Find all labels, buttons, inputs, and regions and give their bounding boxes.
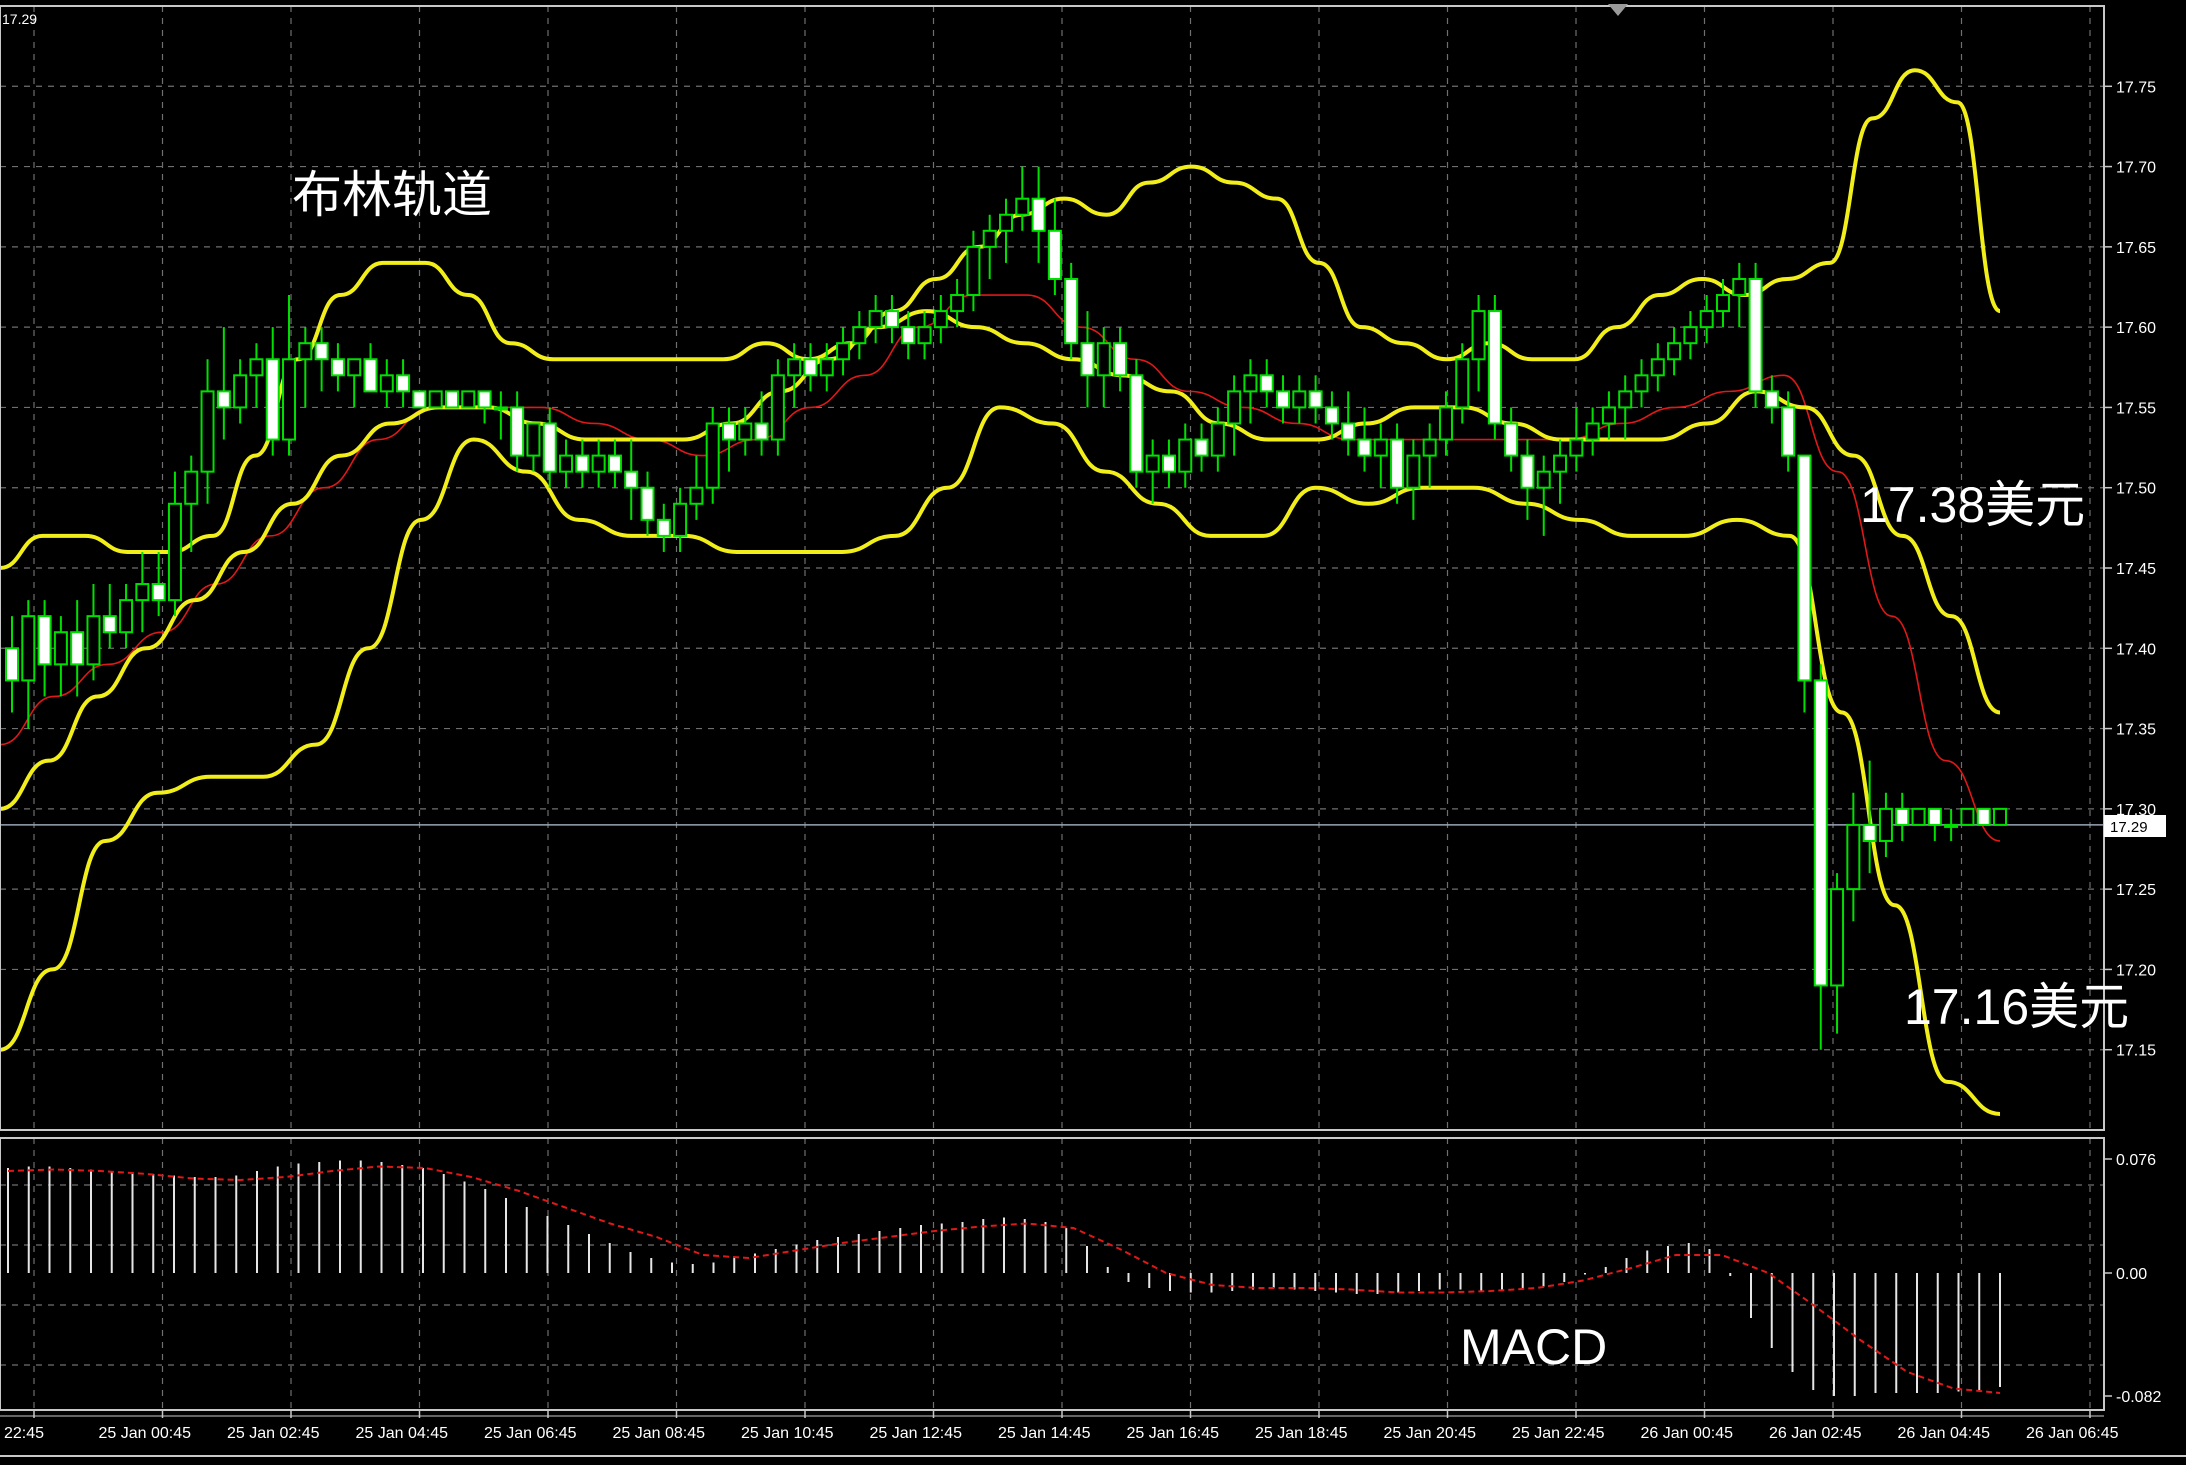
upper-target-label: 17.38美元: [1860, 477, 2085, 533]
candle: [1976, 807, 1991, 826]
current-price-tag-text: 17.29: [2110, 819, 2148, 836]
macd-label: MACD: [1460, 1319, 1607, 1375]
candle: [1960, 807, 1975, 826]
time-tick-label: 25 Jan 04:45: [356, 1425, 449, 1442]
macd-tick-label: 0.00: [2116, 1266, 2147, 1283]
price-tick-label: 17.45: [2116, 561, 2156, 578]
lower-target-label: 17.16美元: [1904, 979, 2129, 1035]
bollinger-label: 布林轨道: [292, 167, 492, 223]
price-tick-label: 17.60: [2116, 320, 2156, 337]
time-tick-label: 25 Jan 14:45: [998, 1425, 1091, 1442]
time-tick-label: 26 Jan 00:45: [1641, 1425, 1734, 1442]
candle: [1797, 454, 1812, 713]
price-chart: 17.75 17.70 17.65 17.60 17.55 17.50 17.45 17.40…: [0, 0, 2186, 1460]
time-tick-label: 25 Jan 00:45: [99, 1425, 192, 1442]
price-tick-label: 17.50: [2116, 481, 2156, 498]
price-tick-label: 17.25: [2116, 882, 2156, 899]
time-tick-label: 26 Jan 06:45: [2026, 1425, 2119, 1442]
time-tick-label: 25 Jan 22:45: [1512, 1425, 1605, 1442]
candle: [1993, 807, 2007, 826]
time-tick-label: 25 Jan 08:45: [613, 1425, 706, 1442]
candle: [1487, 295, 1502, 440]
price-tick-label: 17.55: [2116, 400, 2156, 417]
price-tick-label: 17.70: [2116, 160, 2156, 177]
time-tick-label: 25 Jan 20:45: [1384, 1425, 1477, 1442]
price-tick-label: 17.75: [2116, 79, 2156, 96]
time-tick-label: 25 Jan 16:45: [1127, 1425, 1220, 1442]
candle: [1911, 807, 1926, 826]
symbol-price-label: 17.29: [2, 11, 37, 27]
macd-tick-label: -0.082: [2116, 1389, 2161, 1406]
time-tick-label: 25 Jan 18:45: [1255, 1425, 1348, 1442]
candle: [412, 390, 427, 409]
time-tick-label: 25 Jan 10:45: [741, 1425, 834, 1442]
price-tick-label: 17.65: [2116, 240, 2156, 257]
time-tick-label: 26 Jan 04:45: [1898, 1425, 1991, 1442]
candle: [444, 390, 459, 409]
price-tick-label: 17.15: [2116, 1043, 2156, 1060]
candle: [1129, 359, 1144, 488]
time-tick-label: 22:45: [4, 1425, 44, 1442]
macd-tick-label: 0.076: [2116, 1152, 2156, 1169]
time-tick-label: 25 Jan 12:45: [870, 1425, 963, 1442]
price-tick-label: 17.20: [2116, 962, 2156, 979]
time-tick-label: 25 Jan 06:45: [484, 1425, 577, 1442]
chart-root: 17.75 17.70 17.65 17.60 17.55 17.50 17.45 17.40…: [0, 0, 2186, 1460]
candle: [1748, 262, 1763, 408]
price-tick-label: 17.40: [2116, 641, 2156, 658]
candle: [461, 390, 476, 409]
time-tick-label: 25 Jan 02:45: [227, 1425, 320, 1442]
candle: [428, 390, 443, 409]
price-tick-label: 17.35: [2116, 722, 2156, 739]
time-tick-label: 26 Jan 02:45: [1769, 1425, 1862, 1442]
